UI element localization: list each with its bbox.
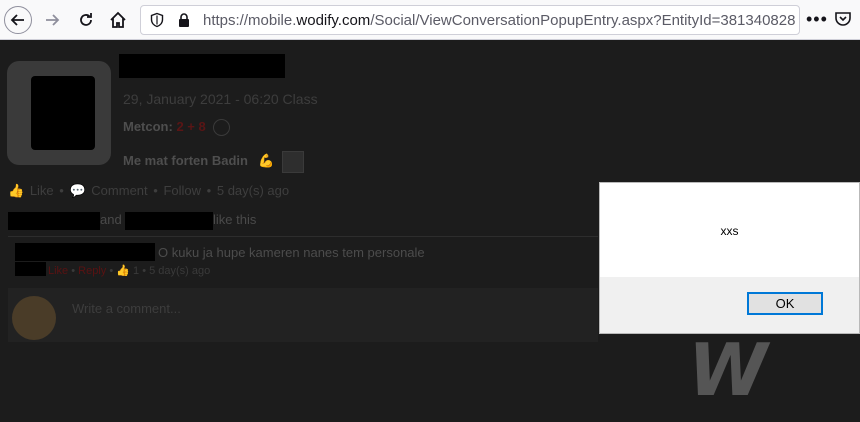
comment-like-link[interactable]: Like [48, 265, 68, 277]
ok-button[interactable]: OK [747, 292, 823, 315]
comment-reply-link[interactable]: Reply [78, 265, 106, 277]
avatar[interactable] [7, 61, 111, 165]
forward-arrow-icon [46, 14, 60, 26]
info-circle-icon[interactable] [213, 119, 231, 137]
url-bar[interactable]: https://mobile.wodify.com/Social/ViewCon… [140, 5, 800, 35]
reload-icon [80, 13, 92, 26]
current-user-avatar [12, 296, 56, 340]
post-message: Me mat forten Badin [123, 153, 248, 168]
home-button[interactable] [104, 6, 132, 34]
page-actions-button[interactable]: ••• [806, 10, 828, 28]
likes-like-this: like this [213, 212, 257, 227]
shield-icon[interactable] [149, 12, 165, 33]
comment-time: 5 day(s) ago [149, 265, 211, 277]
liker-name-redaction [125, 212, 213, 230]
alert-dialog: xxs OK [599, 182, 860, 334]
flexed-biceps-icon: 💪 [258, 153, 275, 168]
metcon-score: 2 + 8 [176, 119, 206, 134]
commenter-name-redaction [15, 243, 155, 261]
comment-text: O kuku ja hupe kameren nanes tem persona… [158, 245, 425, 260]
comment-link[interactable]: Comment [91, 183, 147, 198]
thumbs-up-icon: 👍 [116, 265, 130, 277]
comment-meta: Like • Reply • 👍 1 • 5 day(s) ago [48, 265, 211, 277]
comment-composer: Write a comment... [8, 288, 598, 342]
comment-like-count: 1 [133, 265, 140, 277]
follow-link[interactable]: Follow [163, 183, 201, 198]
comment-input[interactable]: Write a comment... [72, 301, 181, 316]
like-link[interactable]: Like [30, 183, 54, 198]
metcon-result: Metcon: 2 + 8 [123, 119, 231, 137]
url-prefix: https://mobile. [203, 12, 297, 29]
separator-dot: • [59, 183, 64, 198]
home-icon [110, 11, 126, 28]
url-path: /Social/ViewConversationPopupEntry.aspx?… [370, 12, 795, 29]
likes-summary: and like this [0, 208, 598, 232]
browser-toolbar: https://mobile.wodify.com/Social/ViewCon… [0, 0, 860, 40]
image-thumbnail-icon[interactable] [282, 151, 304, 173]
reload-button[interactable] [72, 6, 100, 34]
thumbs-up-icon: 👍 [8, 183, 25, 198]
lock-icon[interactable] [177, 12, 191, 33]
wodify-logo: W [688, 328, 768, 412]
post-date: 29, January 2021 - 06:20 Class [123, 91, 318, 107]
speech-bubble-icon: 💬 [69, 183, 86, 198]
alert-body: xxs [600, 183, 859, 277]
likes-and: and [100, 212, 122, 227]
post-time: 5 day(s) ago [216, 183, 290, 198]
url-host: wodify.com [296, 12, 371, 29]
author-name-redaction [119, 54, 285, 78]
pocket-icon[interactable] [834, 10, 852, 33]
separator-dot: • [153, 183, 158, 198]
alert-message: xxs [720, 224, 739, 238]
url-text[interactable]: https://mobile.wodify.com/Social/ViewCon… [203, 12, 795, 29]
divider [8, 236, 598, 237]
avatar-redaction [31, 76, 95, 150]
back-button[interactable] [4, 6, 32, 34]
separator-dot: • [206, 183, 212, 198]
back-arrow-icon [10, 14, 24, 26]
metcon-label: Metcon: [123, 119, 173, 134]
forward-button[interactable] [38, 6, 66, 34]
commenter-avatar-redaction [15, 262, 46, 276]
liker-name-redaction [8, 212, 100, 230]
post-actions: 👍 Like • 💬 Comment • Follow • 5 day(s) a… [8, 183, 291, 199]
